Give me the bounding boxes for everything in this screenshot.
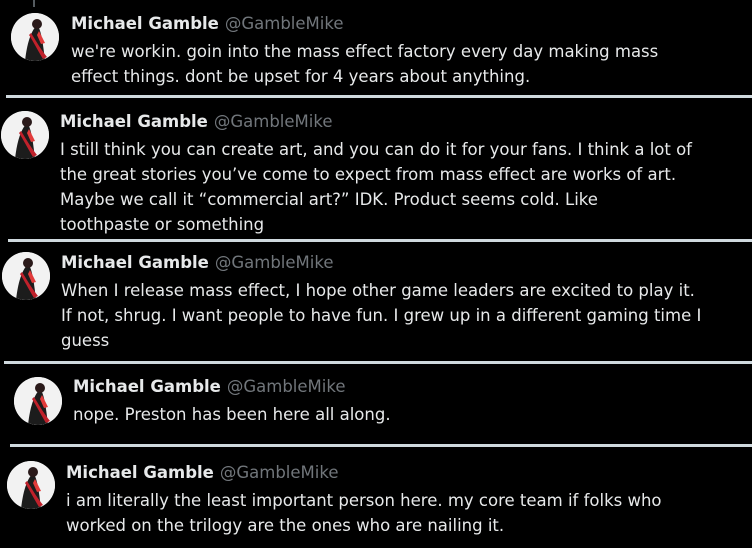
divider [8,239,752,242]
tweet-text: nope. Preston has been here all along. [73,405,391,424]
divider [10,444,752,447]
display-name[interactable]: Michael Gamble [73,377,221,396]
screenshot-root: { "accent_colors": { "background": "#000… [0,0,752,548]
avatar-image [11,13,59,61]
user-handle[interactable]: @GambleMike [225,14,344,33]
user-handle[interactable]: @GambleMike [227,377,346,396]
tweet-text: i am literally the least important perso… [66,491,662,535]
tweet-text: I still think you can create art, and yo… [60,140,692,234]
tweet-header: Michael Gamble @GambleMike [61,252,333,274]
divider [4,361,752,364]
avatar-image [7,461,55,509]
tweet-header: Michael Gamble @GambleMike [73,376,345,398]
display-name[interactable]: Michael Gamble [66,463,214,482]
tweet-header: Michael Gamble @GambleMike [60,111,332,133]
avatar-image [2,252,50,300]
tweet-header: Michael Gamble @GambleMike [66,462,338,484]
display-name[interactable]: Michael Gamble [71,14,219,33]
display-name[interactable]: Michael Gamble [61,253,209,272]
user-handle[interactable]: @GambleMike [214,112,333,131]
avatar[interactable] [7,461,55,509]
user-handle[interactable]: @GambleMike [220,463,339,482]
tweet-text: we're workin. goin into the mass effect … [71,42,659,86]
avatar[interactable] [14,377,62,425]
avatar-image [14,377,62,425]
thread-connector-line [33,0,35,7]
avatar[interactable] [1,111,49,159]
avatar-image [1,111,49,159]
tweet-header: Michael Gamble @GambleMike [71,13,343,35]
avatar[interactable] [2,252,50,300]
user-handle[interactable]: @GambleMike [215,253,334,272]
display-name[interactable]: Michael Gamble [60,112,208,131]
avatar[interactable] [11,13,59,61]
tweet-text: When I release mass effect, I hope other… [61,281,702,350]
divider [6,95,752,98]
